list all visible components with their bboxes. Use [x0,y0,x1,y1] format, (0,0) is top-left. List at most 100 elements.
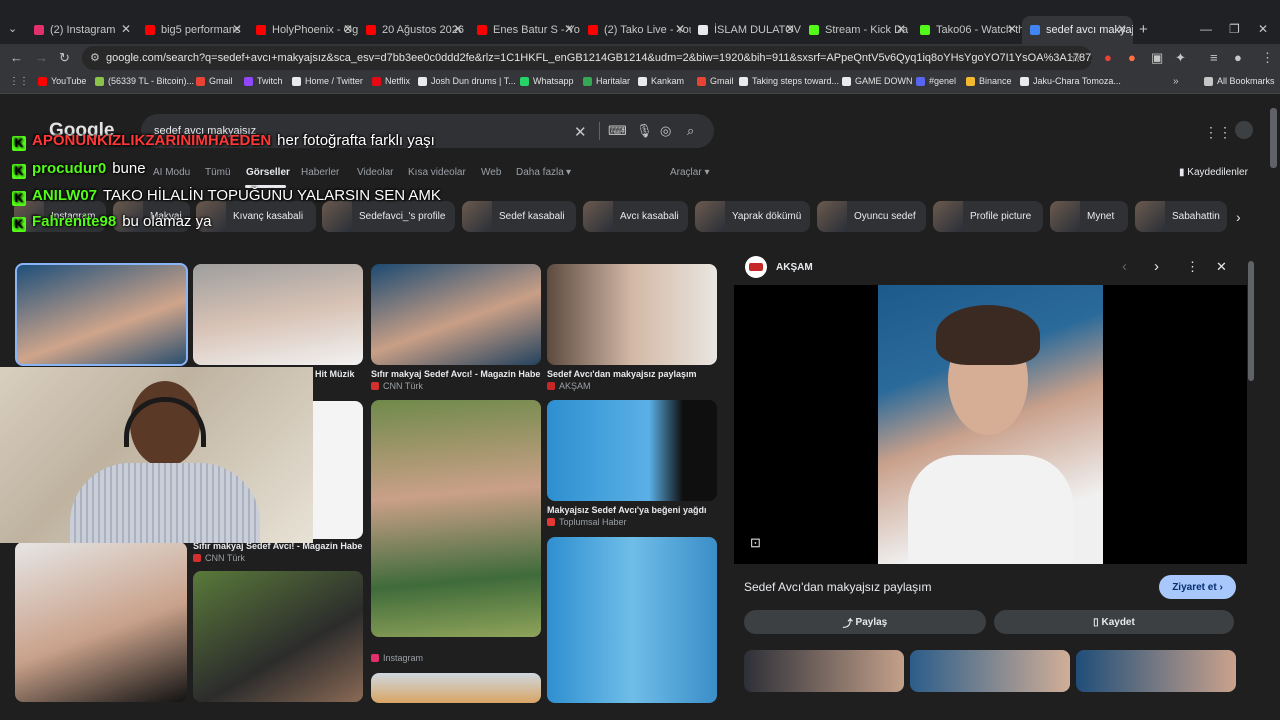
extension-3-icon[interactable]: ▣ [1151,50,1163,66]
result-image[interactable] [547,264,717,365]
related-image[interactable] [744,650,904,692]
search-icon[interactable]: ⌕ [687,123,694,139]
result-image[interactable] [371,264,541,365]
panel-scrollbar[interactable] [1248,253,1254,688]
related-chip[interactable]: Oyuncu sedef [817,201,926,232]
bookmark-item[interactable]: (56339 TL - Bitcoin)... [95,76,194,86]
result-source[interactable]: CNN Türk [371,381,423,391]
tab-close-icon[interactable]: ✕ [343,22,353,36]
result-image[interactable] [15,263,188,366]
nav-tab[interactable]: Web [481,167,501,178]
result-source[interactable]: AKŞAM [547,381,591,391]
bookmarks-overflow-icon[interactable]: » [1173,76,1179,87]
nav-tab[interactable]: Daha fazla [516,167,564,178]
site-info-icon[interactable]: ⚙ [90,51,100,64]
lens-search-icon[interactable]: ⊡ [750,535,761,551]
preview-image[interactable] [878,285,1103,564]
address-bar[interactable]: ⚙ google.com/search?q=sedef+avcı+makyajs… [82,46,1092,70]
save-button[interactable]: ▯ Kaydet [994,610,1234,634]
bookmark-item[interactable]: Taking steps toward... [739,76,839,86]
next-image-icon[interactable]: › [1154,258,1159,275]
bookmark-item[interactable]: Home / Twitter [292,76,363,86]
tab-9[interactable]: Tako06 - Watch th ✕ [912,16,1023,44]
tab-8[interactable]: Stream - Kick Da ✕ [801,16,912,44]
saved-button[interactable]: ▮ Kaydedilenler [1179,167,1248,178]
tab-close-icon[interactable]: ✕ [1007,22,1017,36]
bookmark-item[interactable]: Jaku-Chara Tomoza... [1020,76,1121,86]
related-chip[interactable]: Avcı kasabali [583,201,688,232]
extensions-icon[interactable]: ✦ [1175,50,1186,66]
related-chip[interactable]: Profile picture [933,201,1043,232]
restore-icon[interactable]: ❐ [1229,22,1240,36]
bookmark-item[interactable]: Kankam [638,76,684,86]
related-image[interactable] [910,650,1070,692]
nav-tab[interactable]: Görseller [246,167,290,178]
result-source[interactable]: CNN Türk [193,553,245,563]
panel-scroll-thumb[interactable] [1248,261,1254,381]
nav-tab[interactable]: Kısa videolar [408,167,466,178]
chevron-down-icon[interactable]: ▾ [566,167,571,178]
reading-list-icon[interactable]: ≡ [1210,50,1218,65]
bookmark-item[interactable]: YouTube [38,76,86,86]
all-bookmarks-button[interactable]: All Bookmarks [1204,76,1275,86]
result-source[interactable]: Toplumsal Haber [547,517,627,527]
prev-image-icon[interactable]: ‹ [1122,258,1127,275]
google-apps-icon[interactable]: ⋮⋮ [1204,124,1232,141]
reload-icon[interactable]: ↻ [59,50,70,66]
bookmark-item[interactable]: Whatsapp [520,76,574,86]
panel-title[interactable]: Sedef Avcı'dan makyajsız paylaşım [744,580,932,594]
tab-close-icon[interactable]: ✕ [453,22,463,36]
result-image[interactable] [313,401,363,539]
close-panel-icon[interactable]: ✕ [1216,259,1227,275]
tab-3[interactable]: HolyPhoenix - Og ✕ [248,16,359,44]
clear-search-icon[interactable]: ✕ [574,123,587,141]
account-avatar[interactable] [1235,121,1253,139]
tab-6[interactable]: (2) Tako Live - You ✕ [580,16,691,44]
bookmark-item[interactable]: Gmail [196,76,233,86]
nav-tab[interactable]: Videolar [357,167,394,178]
result-caption[interactable]: Makyajsız Sedef Avcı'ya beğeni yağdı [547,505,717,515]
minimize-icon[interactable]: — [1200,22,1212,36]
page-scroll-thumb[interactable] [1270,108,1277,168]
bookmark-item[interactable]: Netflix [372,76,410,86]
bookmark-item[interactable]: Gmail [697,76,734,86]
bookmark-item[interactable]: Haritalar [583,76,630,86]
result-image[interactable] [193,264,363,365]
nav-tab[interactable]: Haberler [301,167,339,178]
tab-1[interactable]: (2) Instagram ✕ [26,16,137,44]
nav-tab[interactable]: Tümü [205,167,231,178]
result-caption[interactable]: Sıfır makyaj Sedef Avcı! - Magazin Haber… [371,369,541,379]
result-image[interactable] [547,537,717,703]
result-caption[interactable]: Hit Müzik [315,369,355,379]
tab-7[interactable]: İSLAM DULATOV ✕ [690,16,801,44]
tab-10[interactable]: sedef avcı makyaj ✕ [1022,16,1133,44]
forward-icon[interactable]: → [35,50,48,65]
result-image[interactable] [15,542,187,702]
more-options-icon[interactable]: ⋮ [1186,259,1199,275]
tab-close-icon[interactable]: ✕ [675,22,685,36]
bookmark-item[interactable]: Twitch [244,76,283,86]
apps-grid-icon[interactable]: ⋮⋮ [9,76,29,87]
close-window-icon[interactable]: ✕ [1258,22,1268,36]
keyboard-icon[interactable]: ⌨ [608,123,627,139]
tab-search-icon[interactable]: ⌄ [8,22,17,35]
extension-1-icon[interactable]: ● [1104,50,1112,65]
page-scrollbar[interactable] [1270,100,1277,700]
tab-close-icon[interactable]: ✕ [232,22,242,36]
tab-5[interactable]: Enes Batur S - You ✕ [469,16,580,44]
chips-next-icon[interactable]: › [1236,209,1241,225]
bookmark-item[interactable]: GAME DOWN [842,76,913,86]
lens-icon[interactable]: ◎ [660,123,671,139]
tab-2[interactable]: big5 performans ✕ [137,16,248,44]
mic-icon[interactable]: 🎙 [636,123,653,139]
related-chip[interactable]: Mynet [1050,201,1128,232]
tab-close-icon[interactable]: ✕ [564,22,574,36]
result-caption[interactable]: Sedef Avcı'dan makyajsız paylaşım [547,369,717,379]
tab-close-icon[interactable]: ✕ [121,22,131,36]
bookmark-item[interactable]: #genel [916,76,956,86]
bookmark-star-icon[interactable]: ☆ [1070,50,1082,66]
result-image[interactable] [371,673,541,703]
result-source[interactable]: Instagram [371,653,423,663]
bookmark-item[interactable]: Josh Dun drums | T... [418,76,516,86]
tab-close-icon[interactable]: ✕ [785,22,795,36]
